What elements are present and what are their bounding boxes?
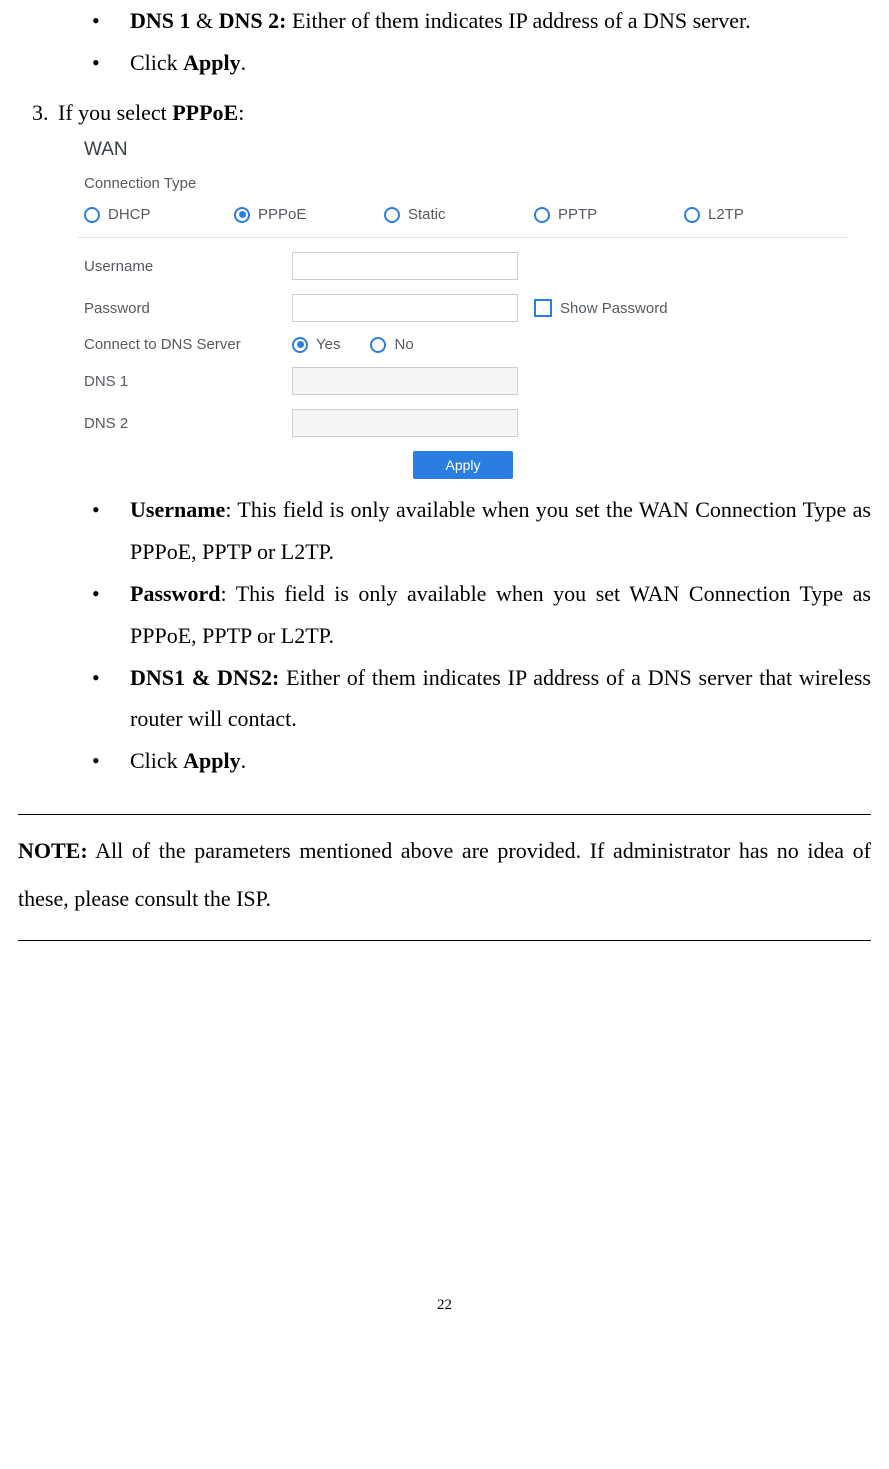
connect-dns-label: Connect to DNS Server [84, 336, 292, 353]
radio-icon [234, 207, 250, 223]
radio-icon [84, 207, 100, 223]
dns2-label: DNS 2 [84, 415, 292, 432]
username-input[interactable] [292, 252, 518, 280]
radio-icon [534, 207, 550, 223]
show-password-label: Show Password [560, 300, 668, 317]
radio-pptp[interactable]: PPTP [534, 206, 684, 223]
radio-pppoe[interactable]: PPPoE [234, 206, 384, 223]
dns1-label: DNS 1 [130, 8, 191, 33]
show-password-checkbox[interactable] [534, 299, 552, 317]
radio-icon [384, 207, 400, 223]
radio-l2tp[interactable]: L2TP [684, 206, 834, 223]
bullet-password: Password: This field is only available w… [100, 573, 871, 657]
note-box: NOTE: All of the parameters mentioned ab… [18, 814, 871, 941]
bullet-username: Username: This field is only available w… [100, 489, 871, 573]
wan-title: WAN [84, 139, 848, 161]
connection-type-label: Connection Type [84, 175, 848, 192]
radio-yes[interactable]: Yes [292, 336, 340, 353]
divider [78, 237, 848, 238]
bullet-dns: DNS 1 & DNS 2: Either of them indicates … [100, 0, 871, 42]
password-label: Password [84, 300, 292, 317]
apply-button[interactable]: Apply [413, 451, 513, 479]
wan-screenshot: WAN Connection Type DHCP PPPoE Static PP… [78, 139, 848, 479]
dns1-input[interactable] [292, 367, 518, 395]
dns1-label: DNS 1 [84, 373, 292, 390]
radio-no[interactable]: No [370, 336, 413, 353]
page-number: 22 [18, 1291, 871, 1320]
password-input[interactable] [292, 294, 518, 322]
dns2-label: DNS 2: [219, 8, 287, 33]
radio-dhcp[interactable]: DHCP [84, 206, 234, 223]
dns2-input[interactable] [292, 409, 518, 437]
bullet-dns12: DNS1 & DNS2: Either of them indicates IP… [100, 657, 871, 741]
radio-static[interactable]: Static [384, 206, 534, 223]
radio-icon [292, 337, 308, 353]
username-label: Username [84, 258, 292, 275]
bullet-click-apply: Click Apply. [100, 42, 871, 84]
radio-icon [684, 207, 700, 223]
radio-icon [370, 337, 386, 353]
step-3: 3. If you select PPPoE: [18, 92, 871, 134]
connection-type-radios: DHCP PPPoE Static PPTP L2TP [84, 206, 848, 223]
bullet-click-apply-2: Click Apply. [100, 740, 871, 782]
